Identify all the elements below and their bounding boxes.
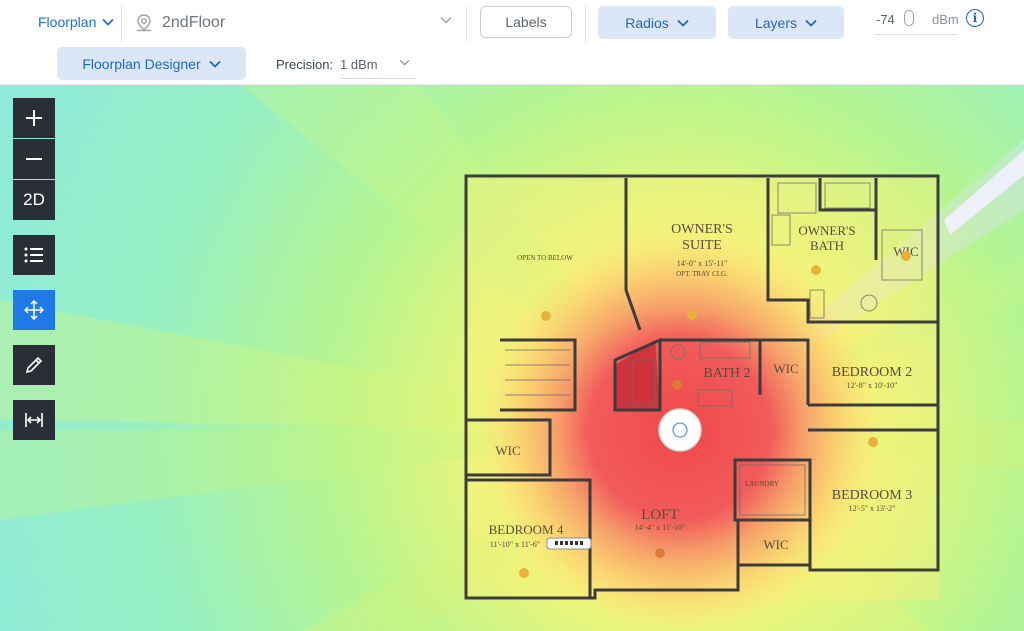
move-tool-button[interactable] (13, 290, 55, 330)
room-bedroom4-dim: 11'-10" x 11'-6" (490, 540, 540, 549)
floor-name: 2ndFloor (162, 14, 226, 31)
minus-icon (26, 158, 42, 160)
layers-button[interactable]: Layers (728, 6, 844, 39)
radios-button[interactable]: Radios (598, 6, 716, 39)
threshold-unit: dBm (932, 12, 959, 27)
access-point-icon[interactable] (658, 408, 702, 452)
divider (121, 6, 122, 42)
room-owners-suite-note: OPT. TRAY CLG. (676, 270, 728, 278)
view-mode-label: 2D (23, 190, 45, 209)
floorplan-designer-button[interactable]: Floorplan Designer (57, 47, 246, 80)
heatmap-svg: OWNER'S SUITE 14'-0" x 15'-11" OPT. TRAY … (0, 85, 1024, 631)
room-loft-dim: 14'-4" x 11'-10" (635, 523, 685, 532)
room-bath2: BATH 2 (703, 366, 750, 381)
room-bedroom2: BEDROOM 2 (832, 365, 913, 380)
zoom-out-button[interactable] (13, 139, 55, 179)
precision-value: 1 dBm (340, 57, 378, 72)
designer-button-label: Floorplan Designer (82, 55, 201, 72)
view-dropdown-label: Floorplan (38, 14, 97, 30)
precision-label: Precision: (276, 57, 334, 72)
chevron-down-icon (805, 19, 817, 27)
divider (466, 6, 467, 42)
location-pin-icon (137, 14, 151, 32)
info-icon[interactable]: i (966, 9, 984, 27)
chevron-down-icon (399, 59, 410, 66)
precision-select[interactable]: 1 dBm (340, 50, 416, 79)
threshold-value: -74 (876, 12, 895, 27)
plus-icon (26, 110, 42, 126)
view-mode-toggle[interactable]: 2D (13, 180, 55, 220)
view-dropdown[interactable]: Floorplan (38, 14, 115, 30)
switch-device-icon[interactable] (546, 537, 592, 550)
room-bedroom3: BEDROOM 3 (832, 488, 913, 503)
signal-threshold-input[interactable]: -74 dBm (874, 6, 959, 35)
list-icon (24, 247, 43, 263)
room-open-to-below: OPEN TO BELOW (517, 254, 573, 262)
divider (585, 6, 586, 42)
room-wic-left: WIC (495, 443, 520, 458)
stepper-icon[interactable] (904, 10, 914, 26)
room-bedroom3-dim: 12'-5" x 13'-2" (849, 504, 896, 513)
layers-button-label: Layers (754, 14, 798, 31)
room-wic-mid: WIC (773, 361, 798, 376)
draw-tool-button[interactable] (13, 345, 55, 385)
info-glyph: i (972, 11, 978, 25)
chevron-down-icon (209, 60, 221, 68)
radios-button-label: Radios (625, 14, 669, 31)
room-owners-suite-dim: 14'-0" x 15'-11" (677, 259, 727, 268)
room-bedroom4: BEDROOM 4 (489, 522, 564, 537)
room-laundry: LAUNDRY (745, 480, 779, 488)
chevron-down-icon (440, 16, 452, 24)
zoom-in-button[interactable] (13, 98, 55, 138)
move-icon (24, 300, 44, 320)
heatmap-canvas[interactable]: OWNER'S SUITE 14'-0" x 15'-11" OPT. TRAY … (0, 85, 1024, 631)
chevron-down-icon (677, 19, 689, 27)
floor-select[interactable]: 2ndFloor (134, 8, 454, 38)
top-bar: Floorplan 2ndFloor Labels Radios Layers … (0, 0, 1024, 85)
chevron-down-icon (102, 18, 115, 26)
room-loft: LOFT (641, 507, 679, 523)
list-button[interactable] (13, 235, 55, 275)
measure-icon (25, 413, 43, 427)
room-bedroom2-dim: 12'-8" x 10'-10" (847, 381, 898, 390)
pencil-icon (25, 356, 43, 374)
labels-button-label: Labels (505, 14, 547, 30)
top-row: Floorplan 2ndFloor Labels Radios Layers … (0, 0, 1024, 46)
measure-tool-button[interactable] (13, 400, 55, 440)
room-wic-bottom: WIC (763, 537, 788, 552)
labels-button[interactable]: Labels (480, 6, 572, 38)
